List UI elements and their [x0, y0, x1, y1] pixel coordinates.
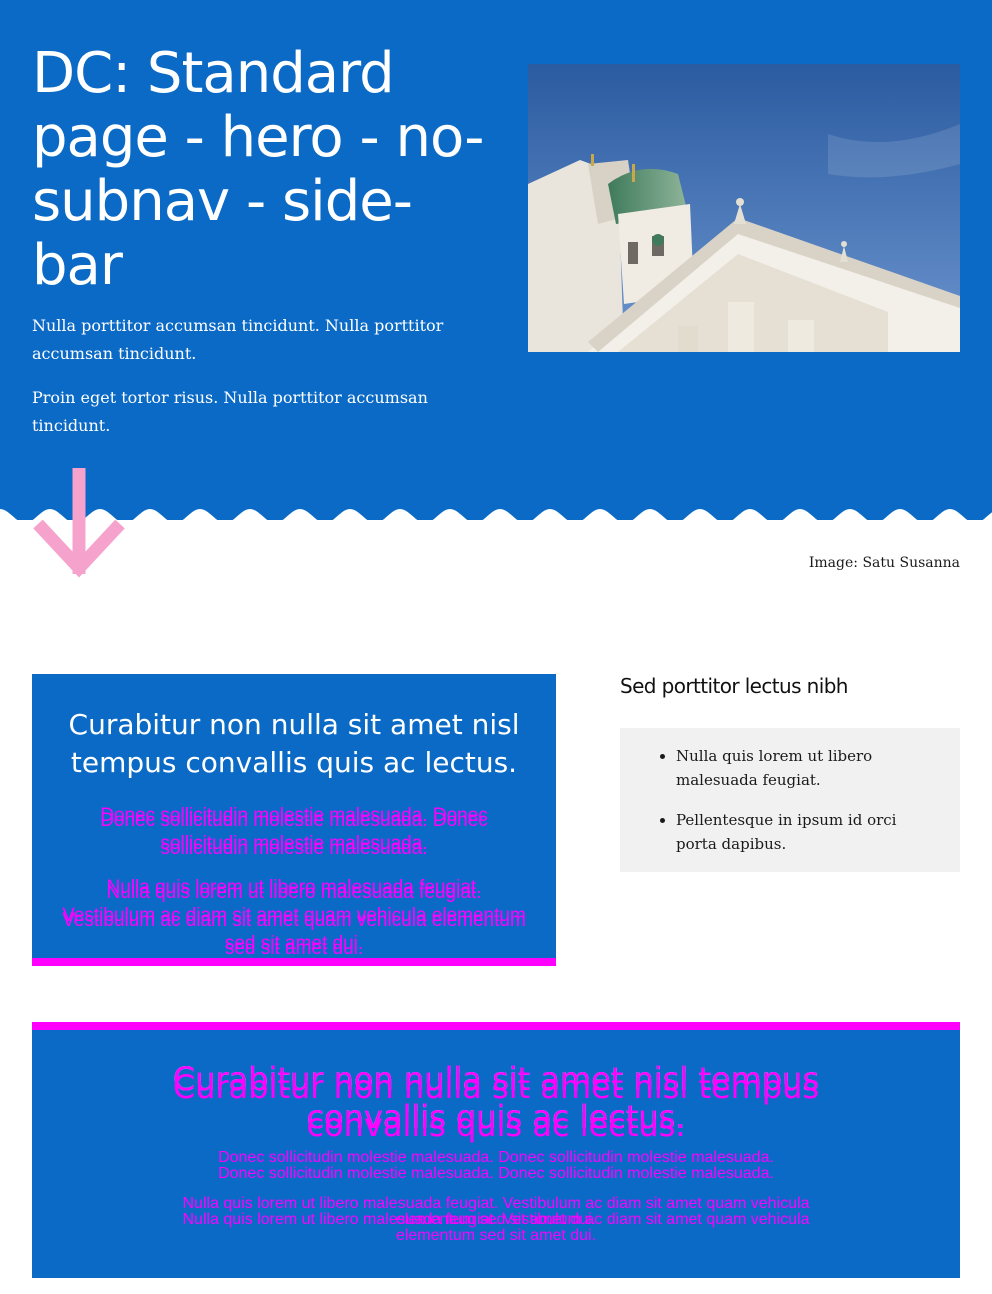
- band-text: Nulla quis lorem ut libero malesuada feu…: [152, 1196, 840, 1244]
- sidebar-list-item: Pellentesque in ipsum id orci porta dapi…: [676, 808, 940, 856]
- card-heading: Curabitur non nulla sit amet nisl tempus…: [68, 708, 520, 779]
- band-heading: Curabitur non nulla sit amet nisl tempus…: [152, 1060, 840, 1144]
- band-text: Donec sollicitudin molestie malesuada. D…: [152, 1149, 840, 1182]
- highlight-card: Curabitur non nulla sit amet nisl tempus…: [32, 674, 556, 966]
- arrow-down-icon: [33, 468, 125, 578]
- sidebar-list: Nulla quis lorem ut libero malesuada feu…: [620, 728, 960, 856]
- band-text-line: Donec sollicitudin molestie malesuada. D…: [218, 1149, 774, 1166]
- sidebar-list-item: Nulla quis lorem ut libero malesuada feu…: [676, 744, 940, 792]
- card-text: Donec sollicitudin molestie malesuada. D…: [62, 802, 526, 859]
- sidebar-box: Nulla quis lorem ut libero malesuada feu…: [620, 728, 960, 872]
- card-text-line-duplicate: Donec sollicitudin molestie malesuada. D…: [100, 810, 488, 859]
- band-text-line-duplicate: Nulla quis lorem ut libero malesuada feu…: [182, 1211, 810, 1244]
- hero-paragraph: Proin eget tortor risus. Nulla porttitor…: [32, 388, 428, 435]
- highlight-band: Curabitur non nulla sit amet nisl tempus…: [32, 1022, 960, 1278]
- sidebar-title: Sed porttitor lectus nibh: [620, 674, 848, 698]
- cathedral-photo: [528, 64, 960, 352]
- card-text-line-duplicate: Nulla quis lorem ut libero malesuada feu…: [62, 882, 526, 959]
- card-text: Nulla quis lorem ut libero malesuada feu…: [62, 874, 526, 959]
- wave-divider: [0, 509, 992, 528]
- image-caption: Image: Satu Susanna: [808, 555, 960, 571]
- band-text-line-duplicate: Donec sollicitudin molestie malesuada. D…: [218, 1165, 774, 1182]
- hero-section: DC: Standard page - hero - no-subnav - s…: [0, 0, 992, 520]
- page-title: DC: Standard page - hero - no-subnav - s…: [32, 41, 484, 298]
- hero-paragraph: Nulla porttitor accumsan tincidunt. Null…: [32, 316, 444, 363]
- band-heading-overlay: Curabitur non nulla sit amet nisl tempus…: [172, 1068, 820, 1144]
- hero-image: [528, 64, 960, 352]
